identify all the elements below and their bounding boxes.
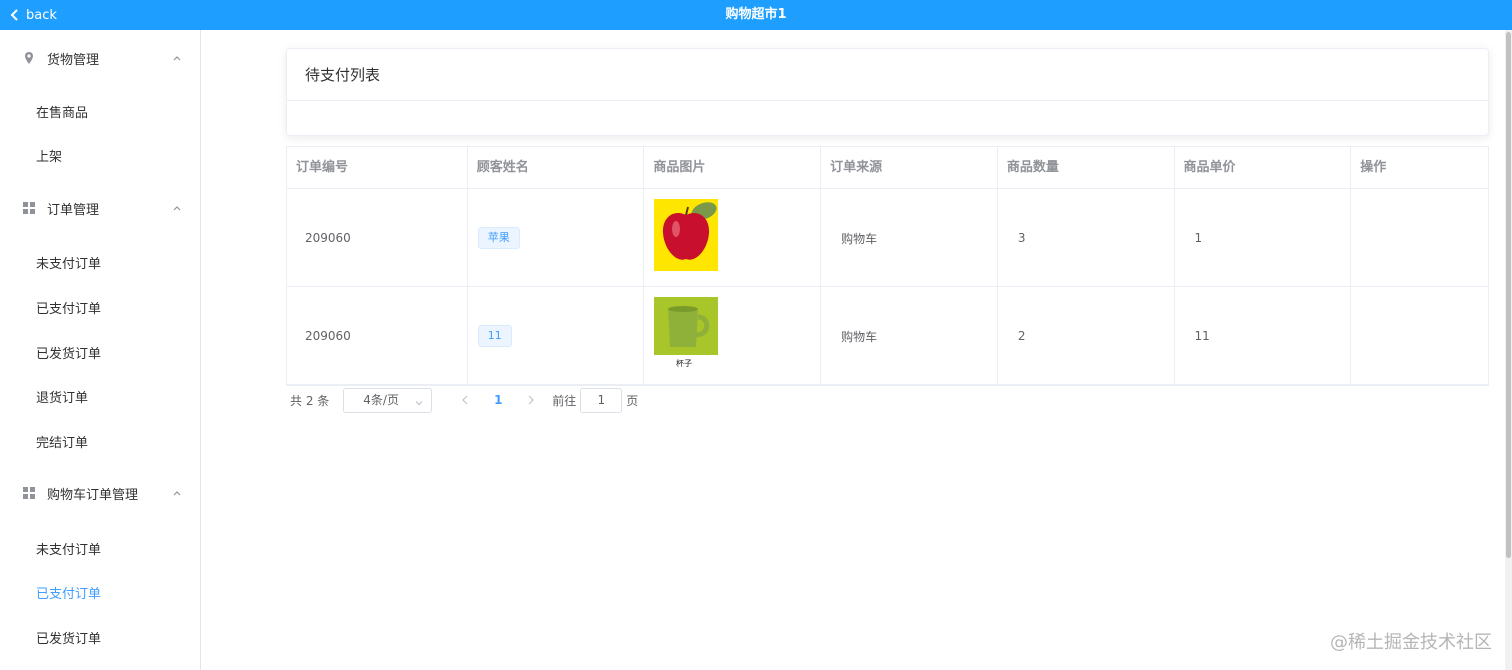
- customer-tag: 11: [477, 325, 512, 347]
- source-cell: 购物车: [821, 189, 998, 287]
- sidebar-group-label: 订单管理: [47, 202, 100, 218]
- price-cell: 1: [1175, 189, 1352, 287]
- chevron-up-icon: [173, 56, 181, 61]
- image-cell: 杯子: [644, 287, 822, 385]
- table-row: 209060 11 杯子 购物车 2 11: [287, 287, 1488, 385]
- chevron-up-icon: [173, 206, 181, 211]
- table-header: 订单编号 顾客姓名 商品图片 订单来源 商品数量 商品单价 操作: [287, 147, 1488, 189]
- page-jumper: 前往 页: [552, 387, 639, 413]
- grid-icon: [23, 202, 35, 214]
- pagination: 共 2 条 4条/页 1 前往 页: [290, 387, 638, 413]
- top-bar: back 购物超市1: [0, 0, 1512, 30]
- action-cell: [1351, 189, 1488, 287]
- sidebar-item-shipped-orders[interactable]: 已发货订单: [0, 333, 200, 377]
- sidebar-group-label: 货物管理: [47, 52, 100, 68]
- sidebar-item-cart-unpaid[interactable]: 未支付订单: [0, 529, 200, 573]
- customer-cell: 苹果: [468, 189, 645, 287]
- sidebar-item-unpaid-orders[interactable]: 未支付订单: [0, 243, 200, 287]
- vertical-scrollbar-thumb[interactable]: [1506, 32, 1511, 558]
- sidebar-group-orders[interactable]: 订单管理: [0, 180, 200, 236]
- goto-label: 前往: [552, 393, 577, 408]
- pagination-total: 共 2 条: [290, 393, 330, 408]
- source-cell: 购物车: [821, 287, 998, 385]
- prev-page-button[interactable]: [450, 388, 480, 413]
- column-header: 操作: [1360, 160, 1387, 175]
- column-header: 订单编号: [287, 147, 468, 189]
- action-cell: [1351, 287, 1488, 385]
- column-header: 顾客姓名: [468, 147, 645, 189]
- pending-payment-card: 待支付列表: [286, 48, 1489, 136]
- column-header: 商品图片: [644, 147, 822, 189]
- customer-tag: 苹果: [477, 227, 520, 249]
- price-cell: 11: [1175, 287, 1352, 385]
- grid-icon: [23, 487, 35, 499]
- next-page-button[interactable]: [516, 388, 546, 413]
- sidebar-group-goods[interactable]: 货物管理: [0, 30, 200, 86]
- page-number-current[interactable]: 1: [480, 393, 516, 407]
- sidebar-item-on-sale[interactable]: 在售商品: [0, 92, 200, 136]
- chevron-right-icon: [528, 395, 535, 405]
- sidebar-item-return-orders[interactable]: 退货订单: [0, 377, 200, 421]
- apple-product-image: [654, 199, 719, 271]
- sidebar-item-cart-paid[interactable]: 已支付订单: [0, 573, 200, 617]
- page-size-value: 4条/页: [363, 392, 399, 407]
- goto-page-input[interactable]: [580, 387, 623, 413]
- sidebar-item-cart-shipped[interactable]: 已发货订单: [0, 618, 200, 662]
- table-row: 209060 苹果 购物车 3 1: [287, 189, 1488, 287]
- orders-table: 订单编号 顾客姓名 商品图片 订单来源 商品数量 商品单价 操作 209060 …: [286, 146, 1489, 386]
- quantity-cell: 2: [998, 287, 1175, 385]
- page-title: 购物超市1: [725, 7, 787, 22]
- chevron-down-icon: [415, 400, 423, 405]
- quantity-cell: 3: [998, 189, 1175, 287]
- sidebar-item-completed-orders[interactable]: 完结订单: [0, 422, 200, 466]
- image-cell: [644, 189, 822, 287]
- cup-product-image: 杯子: [654, 297, 719, 369]
- page-size-select[interactable]: 4条/页: [343, 387, 433, 413]
- sidebar-item-paid-orders[interactable]: 已支付订单: [0, 288, 200, 332]
- watermark: @稀土掘金技术社区: [1330, 632, 1492, 653]
- cup-image-caption: 杯子: [676, 358, 692, 368]
- customer-cell: 11: [468, 287, 645, 385]
- sidebar-item-shelve[interactable]: 上架: [0, 136, 200, 180]
- location-icon: [25, 52, 33, 64]
- order-id-cell: 209060: [287, 287, 468, 385]
- card-title: 待支付列表: [287, 49, 1488, 101]
- chevron-up-icon: [173, 491, 181, 496]
- order-id-cell: 209060: [287, 189, 468, 287]
- sidebar-group-label: 购物车订单管理: [47, 487, 139, 503]
- chevron-left-icon: [462, 395, 468, 405]
- sidebar: 货物管理 在售商品 上架 订单管理 未支付订单 已支付订单 已发货订单 退货订单…: [0, 30, 201, 670]
- sidebar-group-cart-orders[interactable]: 购物车订单管理: [0, 465, 200, 521]
- column-header: 商品单价: [1175, 147, 1352, 189]
- column-header: 商品数量: [998, 147, 1175, 189]
- column-header: 订单来源: [821, 147, 998, 189]
- page-suffix: 页: [626, 393, 639, 408]
